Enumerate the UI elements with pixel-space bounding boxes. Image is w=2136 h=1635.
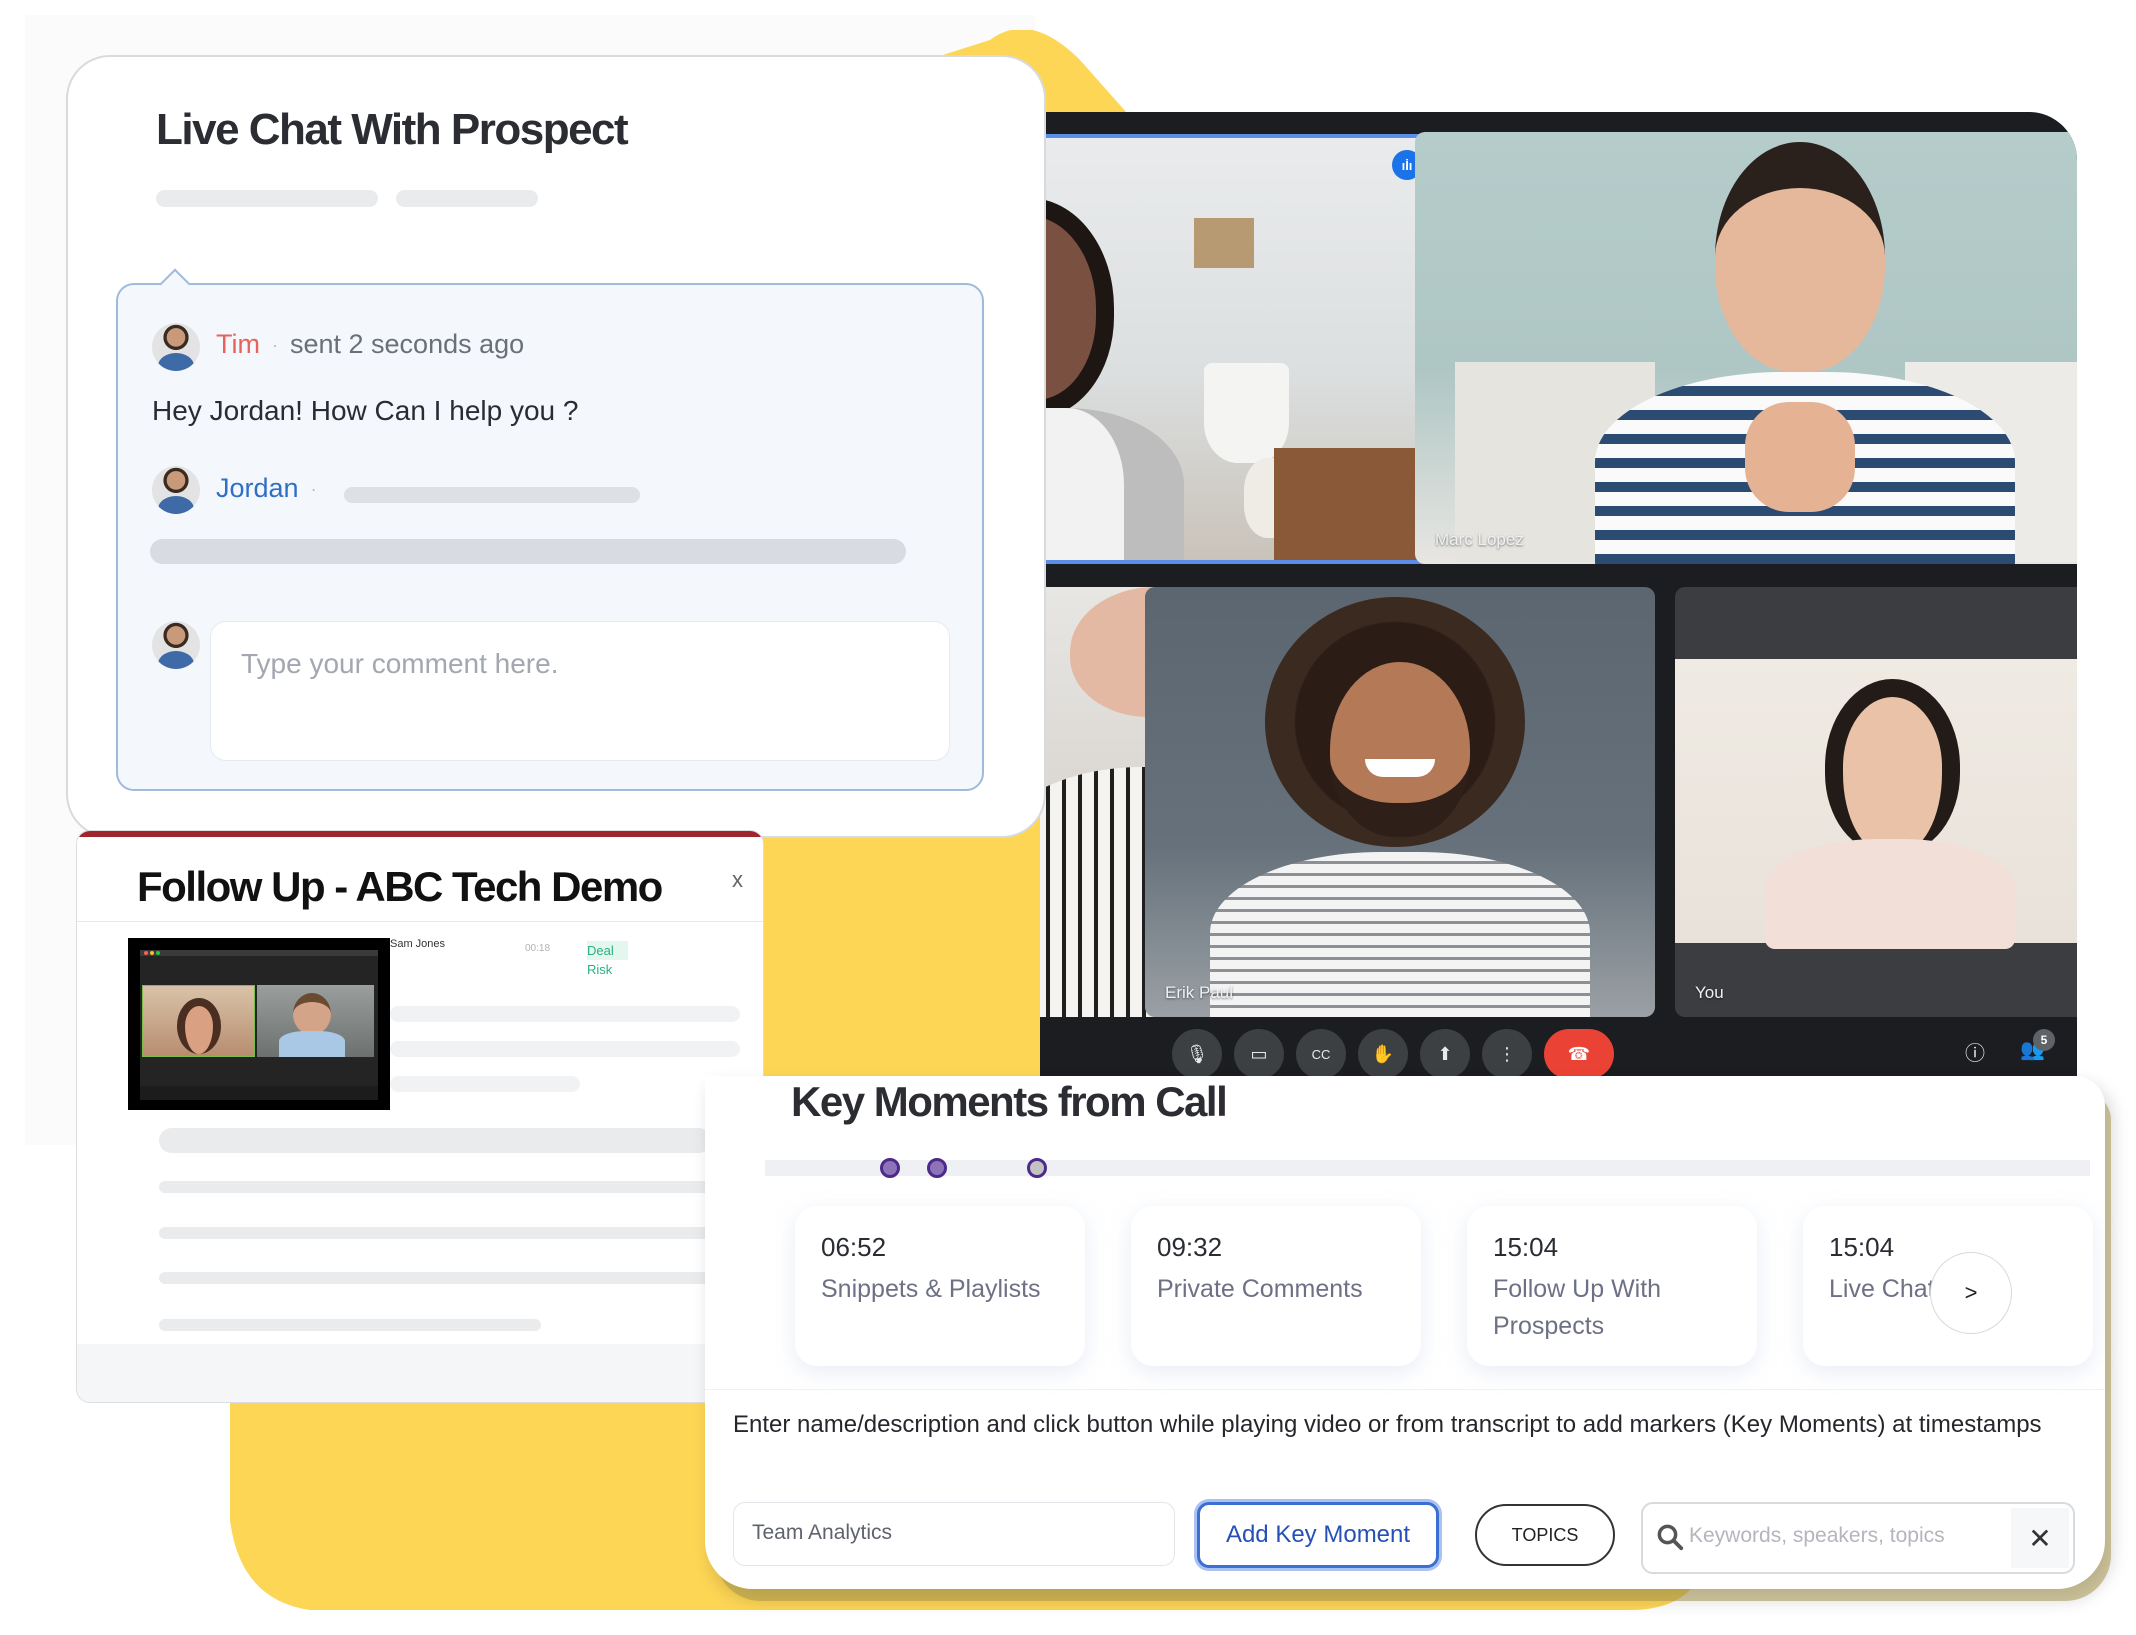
skeleton-placeholder bbox=[159, 1227, 711, 1239]
participant-name: Marc Lopez bbox=[1435, 530, 1524, 549]
key-moment-name-input[interactable] bbox=[752, 1521, 1152, 1545]
skeleton-placeholder bbox=[159, 1319, 541, 1331]
search-input[interactable] bbox=[1689, 1524, 2009, 1548]
next-arrow-button[interactable]: > bbox=[1930, 1252, 2012, 1334]
close-icon[interactable]: x bbox=[732, 867, 743, 893]
live-chat-card: Live Chat With Prospect Tim · sent 2 secon… bbox=[66, 55, 1046, 838]
camera-icon[interactable]: ▭ bbox=[1234, 1029, 1284, 1077]
timeline-marker[interactable] bbox=[926, 1158, 947, 1178]
follow-up-title: Follow Up - ABC Tech Demo bbox=[137, 863, 663, 910]
speaker-name: Sam Jones bbox=[390, 938, 446, 950]
row-timestamp: 00:18 bbox=[525, 943, 551, 954]
chat-thread: Tim · sent 2 seconds ago Hey Jordan! How C… bbox=[116, 283, 984, 791]
tag-line: Risk bbox=[587, 962, 613, 977]
skeleton-placeholder bbox=[150, 539, 906, 564]
message-header: Jordan · bbox=[216, 473, 329, 504]
card-accent-bar bbox=[77, 831, 763, 837]
help-text: Enter name/description and click button … bbox=[733, 1411, 2042, 1438]
call-controls-bar: 🎙 ▭ CC ✋ ⬆ ⋮ ☎ ⓘ 👥 5 bbox=[1040, 1017, 2077, 1077]
timeline-track[interactable] bbox=[765, 1160, 2090, 1176]
divider bbox=[77, 921, 763, 922]
card-footer bbox=[77, 1344, 763, 1402]
key-moment-card[interactable]: 09:32 Private Comments bbox=[1131, 1206, 1421, 1366]
key-moment-card[interactable]: 15:04 Follow Up With Prospects bbox=[1467, 1206, 1757, 1366]
present-icon[interactable]: ⬆ bbox=[1420, 1029, 1470, 1077]
raise-hand-icon[interactable]: ✋ bbox=[1358, 1029, 1408, 1077]
message-header: Tim · sent 2 seconds ago bbox=[216, 329, 524, 360]
participant-name: You bbox=[1695, 983, 1724, 1002]
thumbnail-video-right bbox=[257, 985, 374, 1057]
comment-input[interactable] bbox=[241, 648, 921, 680]
separator-dot: · bbox=[271, 335, 278, 356]
skeleton-placeholder bbox=[156, 190, 378, 207]
key-moment-cards: 06:52 Snippets & Playlists 09:32 Private… bbox=[795, 1206, 2093, 1376]
message-text: Hey Jordan! How Can I help you ? bbox=[152, 395, 579, 426]
key-moment-time: 09:32 bbox=[1157, 1232, 1223, 1262]
key-moment-time: 15:04 bbox=[1493, 1232, 1559, 1262]
chat-title: Live Chat With Prospect bbox=[156, 105, 629, 154]
topics-button[interactable]: TOPICS bbox=[1475, 1504, 1615, 1566]
more-icon[interactable]: ⋮ bbox=[1482, 1029, 1532, 1077]
window-dot bbox=[144, 951, 148, 955]
window-dot bbox=[150, 951, 154, 955]
skeleton-placeholder bbox=[159, 1272, 711, 1284]
self-video bbox=[1675, 659, 2077, 949]
thumbnail-controls bbox=[140, 1086, 378, 1100]
follow-up-card: Follow Up - ABC Tech Demo x Sam Jones 00… bbox=[76, 830, 764, 1403]
key-moment-name-field bbox=[733, 1502, 1175, 1566]
search-field: ✕ bbox=[1641, 1502, 2075, 1574]
video-call-window: ıİı Marc Lopez Erik Paul You 🎙 ▭ CC ✋ ⬆ … bbox=[1040, 112, 2077, 1077]
microphone-icon[interactable]: 🎙 bbox=[1172, 1029, 1222, 1077]
avatar-tim bbox=[152, 323, 200, 371]
video-tile-speaking[interactable]: ıİı bbox=[1040, 134, 1440, 564]
deal-risk-tag: Deal Risk bbox=[587, 941, 628, 979]
comment-box bbox=[210, 621, 950, 761]
captions-icon[interactable]: CC bbox=[1296, 1029, 1346, 1077]
video-tile-erik-paul[interactable]: Erik Paul bbox=[1145, 587, 1655, 1017]
thumbnail-video-left bbox=[142, 985, 255, 1057]
key-moment-label: Private Comments bbox=[1157, 1275, 1363, 1303]
hang-up-icon[interactable]: ☎ bbox=[1544, 1029, 1614, 1077]
thumbnail-screen bbox=[140, 950, 378, 1100]
avatar-current-user bbox=[152, 621, 200, 669]
search-icon bbox=[1657, 1524, 1684, 1551]
message-timestamp: sent 2 seconds ago bbox=[289, 329, 525, 359]
sender-name-tim: Tim bbox=[216, 329, 260, 359]
key-moments-panel: Key Moments from Call 06:52 Snippets & P… bbox=[705, 1076, 2105, 1589]
window-dot bbox=[156, 951, 160, 955]
call-recording-thumbnail[interactable] bbox=[128, 938, 390, 1110]
video-tile-you[interactable]: You bbox=[1675, 587, 2077, 1017]
skeleton-placeholder bbox=[344, 487, 640, 503]
key-moments-title: Key Moments from Call bbox=[791, 1078, 1228, 1125]
key-moment-time: 06:52 bbox=[821, 1232, 887, 1262]
key-moment-label: Follow Up With Prospects bbox=[1493, 1275, 1662, 1340]
clear-search-icon[interactable]: ✕ bbox=[2011, 1508, 2069, 1568]
info-icon[interactable]: ⓘ bbox=[1965, 1037, 1985, 1066]
participant-count-badge: 5 bbox=[2032, 1029, 2055, 1051]
skeleton-placeholder bbox=[390, 1006, 740, 1022]
skeleton-placeholder bbox=[396, 190, 538, 207]
skeleton-placeholder bbox=[390, 1041, 740, 1057]
skeleton-placeholder bbox=[159, 1128, 711, 1153]
video-tile-marc-lopez[interactable]: Marc Lopez bbox=[1415, 132, 2077, 564]
people-button[interactable]: 👥 5 bbox=[2020, 1029, 2055, 1062]
participant-name: Erik Paul bbox=[1165, 983, 1234, 1002]
thumbnail-titlebar bbox=[140, 950, 378, 956]
avatar-jordan bbox=[152, 466, 200, 514]
skeleton-placeholder bbox=[159, 1181, 711, 1193]
skeleton-placeholder bbox=[390, 1076, 580, 1092]
divider bbox=[705, 1389, 2105, 1390]
separator-dot: · bbox=[310, 479, 317, 500]
key-moment-label: Snippets & Playlists bbox=[821, 1275, 1041, 1303]
key-moment-card[interactable]: 06:52 Snippets & Playlists bbox=[795, 1206, 1085, 1366]
add-key-moment-button[interactable]: Add Key Moment bbox=[1197, 1502, 1439, 1568]
sender-name-jordan: Jordan bbox=[216, 473, 299, 503]
tag-line: Deal bbox=[587, 941, 628, 960]
